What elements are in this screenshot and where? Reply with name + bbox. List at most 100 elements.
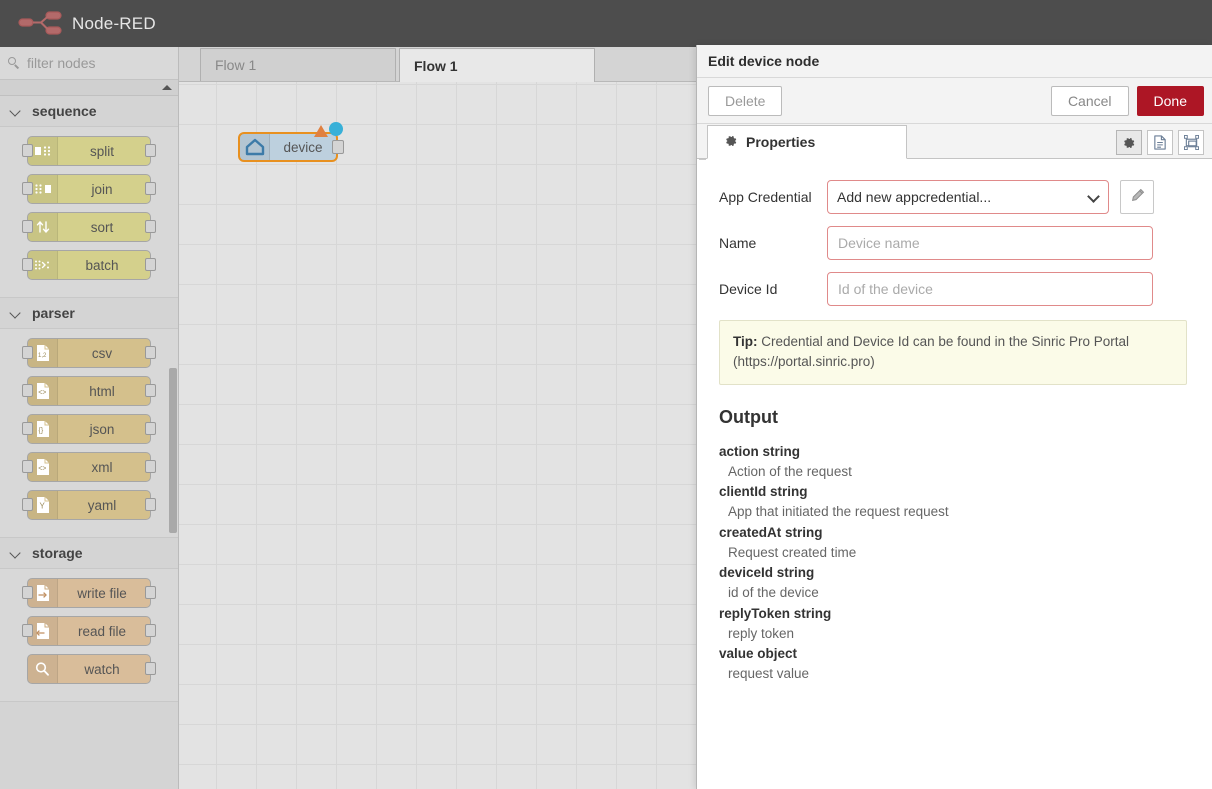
- node-output-port[interactable]: [332, 140, 344, 154]
- caret-up-icon[interactable]: [162, 85, 172, 90]
- node-output-port[interactable]: [145, 422, 156, 435]
- output-property: replyToken stringreply token: [719, 604, 1190, 645]
- palette-node-sort[interactable]: sort: [27, 212, 151, 242]
- palette-scrollbar[interactable]: [169, 368, 177, 533]
- app-credential-select-wrap: Add new appcredential...: [827, 180, 1109, 214]
- output-property: clientId stringApp that initiated the re…: [719, 482, 1190, 523]
- output-property: createdAt stringRequest created time: [719, 523, 1190, 564]
- description-icon[interactable]: [1147, 130, 1173, 155]
- palette-category-label: parser: [32, 305, 75, 321]
- done-button[interactable]: Done: [1137, 86, 1204, 116]
- node-output-port[interactable]: [145, 624, 156, 637]
- palette-category-list: sequence split join sort batch parser 1,2csv <>…: [0, 96, 178, 702]
- node-output-port[interactable]: [145, 220, 156, 233]
- palette-node-yaml[interactable]: Yyaml: [27, 490, 151, 520]
- palette-category-label: sequence: [32, 103, 97, 119]
- palette-node-html[interactable]: <>html: [27, 376, 151, 406]
- device-id-input[interactable]: [827, 272, 1153, 306]
- node-palette: filter nodes sequence split join sort batch p…: [0, 47, 179, 789]
- app-credential-label: App Credential: [719, 189, 827, 205]
- home-icon: [240, 134, 270, 160]
- node-output-port[interactable]: [145, 182, 156, 195]
- palette-node-label: write file: [58, 586, 150, 601]
- flow-tab-1[interactable]: Flow 1: [200, 48, 396, 81]
- palette-scroll-up-bar[interactable]: [0, 80, 178, 96]
- flow-node-device[interactable]: device: [238, 132, 338, 162]
- node-input-port[interactable]: [22, 384, 33, 397]
- gear-icon[interactable]: [1116, 130, 1142, 155]
- node-input-port[interactable]: [22, 144, 33, 157]
- svg-text:<>: <>: [38, 466, 46, 473]
- node-input-port[interactable]: [22, 460, 33, 473]
- flow-node-label: device: [270, 140, 336, 155]
- node-input-port[interactable]: [22, 220, 33, 233]
- node-input-port[interactable]: [22, 586, 33, 599]
- palette-node-label: read file: [58, 624, 150, 639]
- palette-category-body: write file read file watch: [0, 569, 178, 702]
- form-row-device-id: Device Id: [719, 272, 1190, 306]
- edit-credential-button[interactable]: [1120, 180, 1154, 214]
- palette-node-join[interactable]: join: [27, 174, 151, 204]
- tip-text: Credential and Device Id can be found in…: [733, 334, 1129, 369]
- output-heading: Output: [719, 407, 1190, 428]
- palette-node-label: split: [58, 144, 150, 159]
- node-input-port[interactable]: [22, 498, 33, 511]
- node-output-port[interactable]: [145, 460, 156, 473]
- flow-tab-2[interactable]: Flow 1: [399, 48, 595, 82]
- palette-node-split[interactable]: split: [27, 136, 151, 166]
- palette-node-label: batch: [58, 258, 150, 273]
- node-input-port[interactable]: [22, 182, 33, 195]
- node-output-port[interactable]: [145, 346, 156, 359]
- node-output-port[interactable]: [145, 498, 156, 511]
- output-property-name: value object: [719, 644, 1190, 664]
- node-input-port[interactable]: [22, 346, 33, 359]
- dialog-tab-bar: Properties: [697, 124, 1212, 159]
- palette-node-read-file[interactable]: read file: [27, 616, 151, 646]
- appearance-icon[interactable]: [1178, 130, 1204, 155]
- output-property-name: deviceId string: [719, 563, 1190, 583]
- svg-text:{}: {}: [38, 428, 43, 435]
- flow-tab-label: Flow 1: [215, 57, 256, 73]
- palette-node-json[interactable]: {}json: [27, 414, 151, 444]
- dialog-title: Edit device node: [697, 45, 1212, 78]
- palette-search-placeholder: filter nodes: [27, 55, 95, 71]
- node-output-port[interactable]: [145, 662, 156, 675]
- cancel-button[interactable]: Cancel: [1051, 86, 1129, 116]
- node-output-port[interactable]: [145, 258, 156, 271]
- node-input-port[interactable]: [22, 258, 33, 271]
- tab-properties-label: Properties: [746, 134, 815, 150]
- palette-search-box[interactable]: filter nodes: [0, 47, 178, 80]
- edit-node-dialog: Edit device node Delete Cancel Done Prop…: [696, 45, 1212, 789]
- palette-category-storage[interactable]: storage: [0, 538, 178, 569]
- node-output-port[interactable]: [145, 384, 156, 397]
- tab-properties[interactable]: Properties: [707, 125, 907, 159]
- palette-category-parser[interactable]: parser: [0, 298, 178, 329]
- palette-scroll-area[interactable]: sequence split join sort batch parser 1,2csv <>…: [0, 80, 178, 789]
- output-properties-list: action stringAction of the requestclient…: [719, 442, 1190, 685]
- output-property-name: replyToken string: [719, 604, 1190, 624]
- node-red-editor: Node-RED filter nodes sequencesplitjoins…: [0, 0, 1212, 789]
- dialog-toolbar: Delete Cancel Done: [697, 78, 1212, 124]
- app-credential-select[interactable]: Add new appcredential...: [827, 180, 1109, 214]
- palette-category-sequence[interactable]: sequence: [0, 96, 178, 127]
- delete-button[interactable]: Delete: [708, 86, 782, 116]
- output-property-desc: id of the device: [719, 583, 1190, 603]
- palette-node-write-file[interactable]: write file: [27, 578, 151, 608]
- palette-node-xml[interactable]: <>xml: [27, 452, 151, 482]
- name-input[interactable]: [827, 226, 1153, 260]
- output-property-desc: reply token: [719, 624, 1190, 644]
- node-input-port[interactable]: [22, 422, 33, 435]
- node-output-port[interactable]: [145, 144, 156, 157]
- palette-node-csv[interactable]: 1,2csv: [27, 338, 151, 368]
- form-row-name: Name: [719, 226, 1190, 260]
- node-input-port[interactable]: [22, 624, 33, 637]
- palette-node-watch[interactable]: watch: [27, 654, 151, 684]
- output-property-desc: Request created time: [719, 543, 1190, 563]
- chevron-down-icon: [10, 307, 22, 319]
- node-output-port[interactable]: [145, 586, 156, 599]
- palette-node-batch[interactable]: batch: [27, 250, 151, 280]
- svg-text:<>: <>: [38, 390, 46, 397]
- output-property: action stringAction of the request: [719, 442, 1190, 483]
- tip-box: Tip: Credential and Device Id can be fou…: [719, 320, 1187, 385]
- flow-tab-label: Flow 1: [414, 58, 458, 74]
